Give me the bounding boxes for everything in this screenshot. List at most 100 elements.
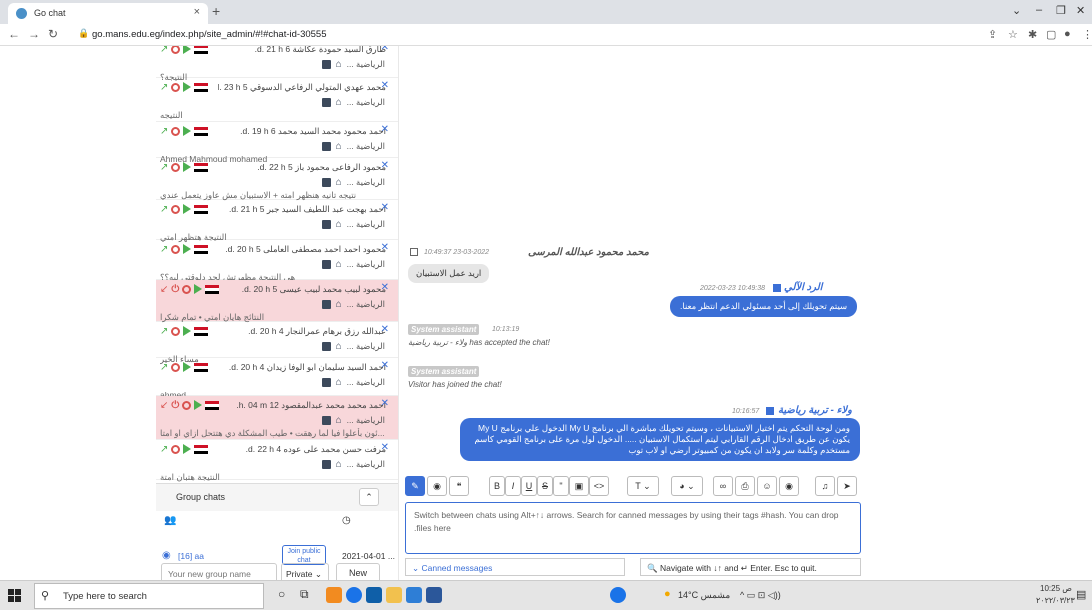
chat-title[interactable]: مرفت حسن محمد على عوده 4 d. 22 h. (218, 444, 386, 456)
chat-list-item[interactable]: ↗ مرفت حسن محمد على عوده 4 d. 22 h. ✕ ال… (156, 440, 398, 482)
windows-start-icon[interactable] (8, 589, 22, 603)
italic-button[interactable]: I (505, 476, 521, 496)
taskbar-search[interactable]: ⚲ Type here to search (34, 583, 264, 609)
new-tab-button[interactable]: + (212, 3, 220, 19)
canned-messages-toggle[interactable]: ⌄ Canned messages (405, 558, 625, 576)
menu-icon[interactable]: ⋮ (1082, 28, 1092, 41)
chat-list-item[interactable]: ↗ احمد بهجت عبد اللطيف السيد جبر 5 d. 21… (156, 200, 398, 242)
group-privacy-select[interactable]: Private ⌄ (281, 563, 329, 580)
profile-icon[interactable]: ● (1064, 28, 1071, 40)
collapse-group-button[interactable]: ⌃ (359, 488, 379, 506)
close-chat-icon[interactable]: ✕ (381, 242, 389, 253)
chat-list-item[interactable]: ↙ ⏻ محمود لبيب محمد لبيب عيسى 5 d. 20 h.… (156, 280, 398, 322)
chat-list-item[interactable]: ↗ احمد محمود محمد السيد محمد 6 d. 19 h. … (156, 122, 398, 164)
close-chat-icon[interactable]: ✕ (381, 398, 389, 409)
cortana-icon[interactable]: ○ (278, 587, 285, 601)
chat-count: 4 (259, 362, 265, 372)
close-chat-icon[interactable]: ✕ (381, 80, 389, 91)
microphone-icon[interactable]: ♫ (815, 476, 835, 496)
chat-title[interactable]: احمد محمد محمد عبدالمقصود 12 h. 04 m. (218, 400, 386, 412)
chat-title[interactable]: محمود الرفاعى محمود باز 5 d. 22 h. (218, 162, 386, 174)
link-icon[interactable]: ∞ (713, 476, 733, 496)
underline-button[interactable]: U (521, 476, 537, 496)
bold-button[interactable]: B (489, 476, 505, 496)
clock-status-icon (171, 362, 181, 372)
store-icon[interactable] (406, 587, 422, 603)
edit-icon[interactable]: ✎ (405, 476, 425, 496)
chat-title[interactable]: احمد محمود محمد السيد محمد 6 d. 19 h. (218, 126, 386, 138)
new-group-name-input[interactable]: Your new group name (161, 563, 277, 580)
message-checkbox[interactable] (410, 248, 418, 256)
file-explorer-icon[interactable] (386, 587, 402, 603)
emoji-icon[interactable]: ☺ (757, 476, 777, 496)
tray-icons[interactable]: ^ ▭ ⊡ ◁)) (740, 590, 781, 601)
url-field[interactable]: 🔒 go.mans.edu.eg/index.php/site_admin/#!… (78, 27, 978, 43)
reload-button[interactable]: ↻ (48, 27, 58, 41)
outgoing-arrow-icon: ↗ (160, 325, 169, 337)
close-chat-icon[interactable]: ✕ (381, 324, 389, 335)
minimize-button[interactable]: – (1036, 4, 1042, 16)
attach-icon[interactable]: ⎙ (735, 476, 755, 496)
quote-icon[interactable]: ❝ (449, 476, 469, 496)
chat-title[interactable]: عبدالله رزق برهام عمرالنجار 4 d. 20 h. (218, 326, 386, 338)
chat-title[interactable]: محمود احمد احمد مصطفى العاملى 5 d. 20 h. (218, 244, 386, 256)
quote-mark-button[interactable]: " (553, 476, 569, 496)
color-palette-icon[interactable]: ◕ ⌄ (671, 476, 703, 496)
close-chat-icon[interactable]: ✕ (381, 360, 389, 371)
chat-title[interactable]: محمود لبيب محمد لبيب عيسى 5 d. 20 h. (218, 284, 386, 296)
share-icon[interactable]: ⇪ (988, 28, 997, 41)
chat-title[interactable]: محمد عهدي المتولي الرفاعي الدسوقي 5 d. 2… (218, 82, 386, 94)
chat-list-item[interactable]: ↗ احمد السيد سليمان ابو الوفا زيدان 4 d.… (156, 358, 398, 400)
extensions-icon[interactable]: ✱ (1028, 28, 1037, 41)
tab-search-icon[interactable]: ⌄ (1012, 4, 1021, 17)
close-tab-icon[interactable]: × (194, 6, 200, 18)
chat-list-item[interactable]: ↗ عبدالله رزق برهام عمرالنجار 4 d. 20 h.… (156, 322, 398, 364)
close-chat-icon[interactable]: ✕ (381, 202, 389, 213)
chat-title[interactable]: احمد السيد سليمان ابو الوفا زيدان 4 d. 2… (218, 362, 386, 374)
code-icon[interactable]: <> (589, 476, 609, 496)
preview-icon[interactable]: ◉ (427, 476, 447, 496)
weather-text[interactable]: 14°C مشمس (678, 590, 730, 601)
clock-time[interactable]: 10:25 ص (1040, 584, 1072, 593)
address-bar: ← → ↻ 🔒 go.mans.edu.eg/index.php/site_ad… (0, 24, 1092, 46)
canned-search-input[interactable]: 🔍 Navigate with ↓↑ and ↵ Enter. Esc to q… (640, 558, 861, 576)
edge-icon[interactable] (366, 587, 382, 603)
browser-tab[interactable]: Go chat × (8, 3, 208, 24)
group-chat-name[interactable]: [16] aa (178, 551, 204, 561)
app-icon-1[interactable] (326, 587, 342, 603)
chat-list-item[interactable]: ↗ محمود الرفاعى محمود باز 5 d. 22 h. ✕ ا… (156, 158, 398, 200)
close-window-button[interactable]: ✕ (1076, 4, 1085, 17)
message-input[interactable]: Switch between chats using Alt+↑↓ arrows… (405, 502, 861, 554)
chat-list-item[interactable]: ↗ طارق السيد حمودة عكاشة 6 d. 21 h. ✕ ال… (156, 46, 398, 82)
group-chat-date: 2021-04-01 ... (342, 551, 395, 561)
chat-list-item[interactable]: ↙ ⏻ احمد محمد محمد عبدالمقصود 12 h. 04 m… (156, 396, 398, 440)
close-chat-icon[interactable]: ✕ (381, 160, 389, 171)
clock-date[interactable]: ٢٠٢٢/٠٣/٢٣ (1036, 596, 1075, 605)
tray-app-icon[interactable] (610, 587, 626, 603)
eye-icon[interactable]: ◉ (779, 476, 799, 496)
close-chat-icon[interactable]: ✕ (381, 124, 389, 135)
task-view-icon[interactable]: ⧉ (300, 587, 309, 602)
close-chat-icon[interactable]: ✕ (381, 442, 389, 453)
strike-button[interactable]: S (537, 476, 553, 496)
chat-list-item[interactable]: ↗ محمود احمد احمد مصطفى العاملى 5 d. 20 … (156, 240, 398, 282)
word-icon[interactable] (426, 587, 442, 603)
send-icon[interactable]: ➤ (837, 476, 857, 496)
font-size-icon[interactable]: T ⌄ (627, 476, 659, 496)
close-chat-icon[interactable]: ✕ (381, 282, 389, 293)
sidebar-icon[interactable]: ▢ (1046, 28, 1056, 41)
forward-button[interactable]: → (28, 27, 40, 41)
chat-duration: d. 19 h. (240, 126, 269, 136)
bookmark-star-icon[interactable]: ☆ (1008, 28, 1018, 41)
back-button[interactable]: ← (8, 27, 20, 41)
maximize-button[interactable]: ❐ (1056, 4, 1066, 17)
new-group-button[interactable]: New (336, 563, 380, 580)
chat-list-item[interactable]: ↗ محمد عهدي المتولي الرفاعي الدسوقي 5 d.… (156, 78, 398, 122)
chat-title[interactable]: احمد بهجت عبد اللطيف السيد جبر 5 d. 21 h… (218, 204, 386, 216)
chat-title[interactable]: طارق السيد حمودة عكاشة 6 d. 21 h. (218, 46, 386, 56)
chrome-icon[interactable] (346, 587, 362, 603)
notifications-icon[interactable]: ▤ (1076, 588, 1086, 601)
close-chat-icon[interactable]: ✕ (381, 46, 389, 53)
clock-status-icon (171, 82, 181, 92)
image-icon[interactable]: ▣ (569, 476, 589, 496)
